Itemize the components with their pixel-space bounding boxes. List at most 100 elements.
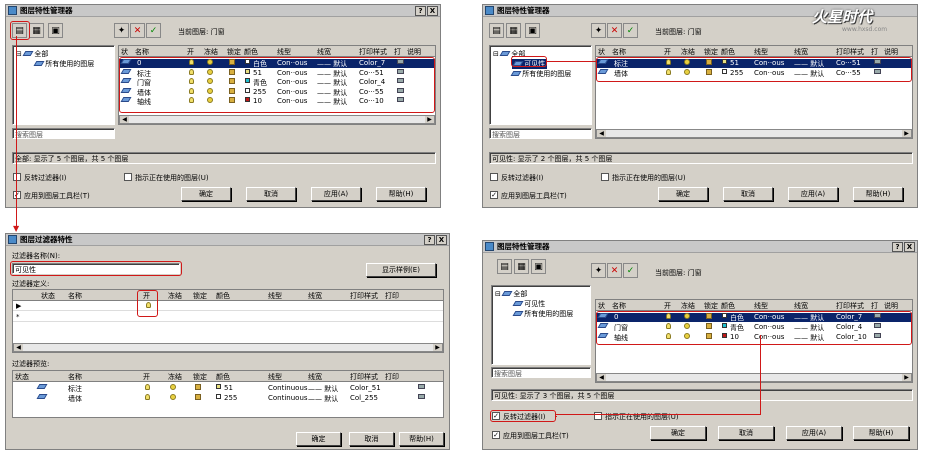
- ok-button[interactable]: 确定: [650, 426, 706, 440]
- layer-row[interactable]: 墙体 255 Con··ous —— 默认 Co···55: [119, 87, 435, 97]
- set-current-icon[interactable]: ✓: [623, 23, 638, 38]
- horizontal-scrollbar[interactable]: ◀ ▶: [13, 343, 443, 352]
- col-plot[interactable]: 打: [871, 301, 878, 311]
- apply-button[interactable]: 应用(A): [311, 187, 361, 201]
- col-description[interactable]: 说明: [884, 301, 898, 311]
- apply-toolbar-checkbox[interactable]: ✓: [492, 431, 500, 439]
- cancel-button[interactable]: 取消: [349, 432, 394, 446]
- close-button[interactable]: X: [904, 242, 915, 252]
- invert-filter-checkbox[interactable]: ✓: [492, 412, 500, 420]
- col-description[interactable]: 说明: [407, 47, 421, 57]
- indicate-used-checkbox[interactable]: [601, 173, 609, 181]
- layer-row[interactable]: 标注 51 Continuous —— 默认 Color_51: [13, 384, 443, 393]
- new-group-filter-icon[interactable]: ▦: [29, 23, 44, 38]
- col-freeze[interactable]: 冻结: [681, 47, 695, 57]
- invert-filter-checkbox[interactable]: [13, 173, 21, 181]
- col-status[interactable]: 状: [598, 301, 605, 311]
- layer-row[interactable]: 轴线 10 Con··ous —— 默认 Co···10: [119, 97, 435, 106]
- tree-node-visibility[interactable]: 可见性: [512, 59, 548, 69]
- col-status[interactable]: 状: [121, 47, 128, 57]
- col-status[interactable]: 状: [598, 47, 605, 57]
- new-layer-icon[interactable]: ✦: [591, 23, 606, 38]
- col-plot[interactable]: 打: [871, 47, 878, 57]
- help-button-bottom[interactable]: 帮助(H): [853, 187, 903, 201]
- horizontal-scrollbar[interactable]: ◀ ▶: [596, 129, 912, 138]
- help-button[interactable]: ?: [892, 242, 903, 252]
- delete-layer-icon[interactable]: ✕: [607, 263, 622, 278]
- col-linetype[interactable]: 线型: [277, 47, 291, 57]
- col-plotstyle[interactable]: 打印样式: [359, 47, 387, 57]
- layer-state-manager-icon[interactable]: ▣: [531, 259, 546, 274]
- col-lineweight[interactable]: 线宽: [794, 301, 808, 311]
- definition-row[interactable]: ▶: [13, 302, 443, 311]
- col-lineweight[interactable]: 线宽: [317, 47, 331, 57]
- col-name[interactable]: 名称: [135, 47, 149, 57]
- layer-row[interactable]: 门窗 青色 Con··ous —— 默认 Color_4: [119, 78, 435, 87]
- new-property-filter-icon[interactable]: ▤: [497, 259, 512, 274]
- layer-state-manager-icon[interactable]: ▣: [525, 23, 540, 38]
- horizontal-scrollbar[interactable]: ◀ ▶: [119, 115, 435, 124]
- apply-toolbar-checkbox[interactable]: ✓: [490, 191, 498, 199]
- set-current-icon[interactable]: ✓: [623, 263, 638, 278]
- close-button[interactable]: X: [436, 235, 447, 245]
- col-freeze[interactable]: 冻结: [204, 47, 218, 57]
- apply-toolbar-checkbox[interactable]: ✓: [13, 191, 21, 199]
- cancel-button[interactable]: 取消: [246, 187, 296, 201]
- new-layer-icon[interactable]: ✦: [114, 23, 129, 38]
- layer-row[interactable]: 0 白色 Con··ous —— 默认 Color_7: [596, 313, 912, 322]
- layer-row[interactable]: 墙体 255 Con··ous —— 默认 Co···55: [596, 69, 912, 78]
- col-lock[interactable]: 锁定: [704, 47, 718, 57]
- layer-row[interactable]: 标注 51 Con··ous —— 默认 Co···51: [596, 59, 912, 68]
- cancel-button[interactable]: 取消: [718, 426, 774, 440]
- tree-node-all[interactable]: ⊟ 全部: [493, 49, 525, 59]
- indicate-used-checkbox[interactable]: [124, 173, 132, 181]
- cancel-button[interactable]: 取消: [723, 187, 773, 201]
- col-linetype[interactable]: 线型: [754, 47, 768, 57]
- layer-row[interactable]: 标注 51 Con··ous —— 默认 Co···51: [119, 68, 435, 78]
- help-button-bottom[interactable]: 帮助(H): [399, 432, 444, 446]
- col-lock[interactable]: 锁定: [227, 47, 241, 57]
- col-on[interactable]: 开: [664, 47, 671, 57]
- new-group-filter-icon[interactable]: ▦: [506, 23, 521, 38]
- ok-button[interactable]: 确定: [658, 187, 708, 201]
- new-property-filter-icon[interactable]: ▤: [12, 23, 27, 38]
- layer-row[interactable]: 墙体 255 Continuous —— 默认 Col_255: [13, 394, 443, 403]
- filter-name-input[interactable]: 可见性: [12, 263, 180, 274]
- help-button-bottom[interactable]: 帮助(H): [853, 426, 909, 440]
- help-button[interactable]: ?: [424, 235, 435, 245]
- delete-layer-icon[interactable]: ✕: [130, 23, 145, 38]
- new-group-filter-icon[interactable]: ▦: [514, 259, 529, 274]
- delete-layer-icon[interactable]: ✕: [607, 23, 622, 38]
- col-name[interactable]: 名称: [612, 301, 626, 311]
- show-example-button[interactable]: 显示样例(E): [366, 263, 436, 277]
- help-button[interactable]: ?: [415, 6, 426, 16]
- tree-node-visibility[interactable]: 可见性: [512, 299, 545, 309]
- col-lock[interactable]: 锁定: [704, 301, 718, 311]
- layer-row[interactable]: 0 白色 Con··ous —— 默认 Color_7: [119, 59, 435, 68]
- col-plotstyle[interactable]: 打印样式: [836, 47, 864, 57]
- search-input[interactable]: 搜索图层: [12, 128, 115, 139]
- col-color[interactable]: 颜色: [244, 47, 258, 57]
- tree-node-used[interactable]: 所有使用的图层: [512, 309, 573, 319]
- col-color[interactable]: 颜色: [721, 301, 735, 311]
- layer-state-manager-icon[interactable]: ▣: [48, 23, 63, 38]
- ok-button[interactable]: 确定: [296, 432, 341, 446]
- tree-node-all[interactable]: ⊟ 全部: [495, 289, 527, 299]
- col-lineweight[interactable]: 线宽: [794, 47, 808, 57]
- set-current-icon[interactable]: ✓: [146, 23, 161, 38]
- invert-filter-checkbox[interactable]: [490, 173, 498, 181]
- help-button-bottom[interactable]: 帮助(H): [376, 187, 426, 201]
- new-property-filter-icon[interactable]: ▤: [489, 23, 504, 38]
- ok-button[interactable]: 确定: [181, 187, 231, 201]
- col-color[interactable]: 颜色: [721, 47, 735, 57]
- search-input[interactable]: 搜索图层: [489, 128, 592, 139]
- new-layer-icon[interactable]: ✦: [591, 263, 606, 278]
- col-plotstyle[interactable]: 打印样式: [836, 301, 864, 311]
- col-name[interactable]: 名称: [612, 47, 626, 57]
- tree-node-used[interactable]: 所有使用的图层: [33, 59, 94, 69]
- col-freeze[interactable]: 冻结: [681, 301, 695, 311]
- col-on[interactable]: 开: [187, 47, 194, 57]
- tree-node-used[interactable]: 所有使用的图层: [510, 69, 571, 79]
- close-button[interactable]: X: [427, 6, 438, 16]
- definition-new-row[interactable]: *: [13, 313, 443, 322]
